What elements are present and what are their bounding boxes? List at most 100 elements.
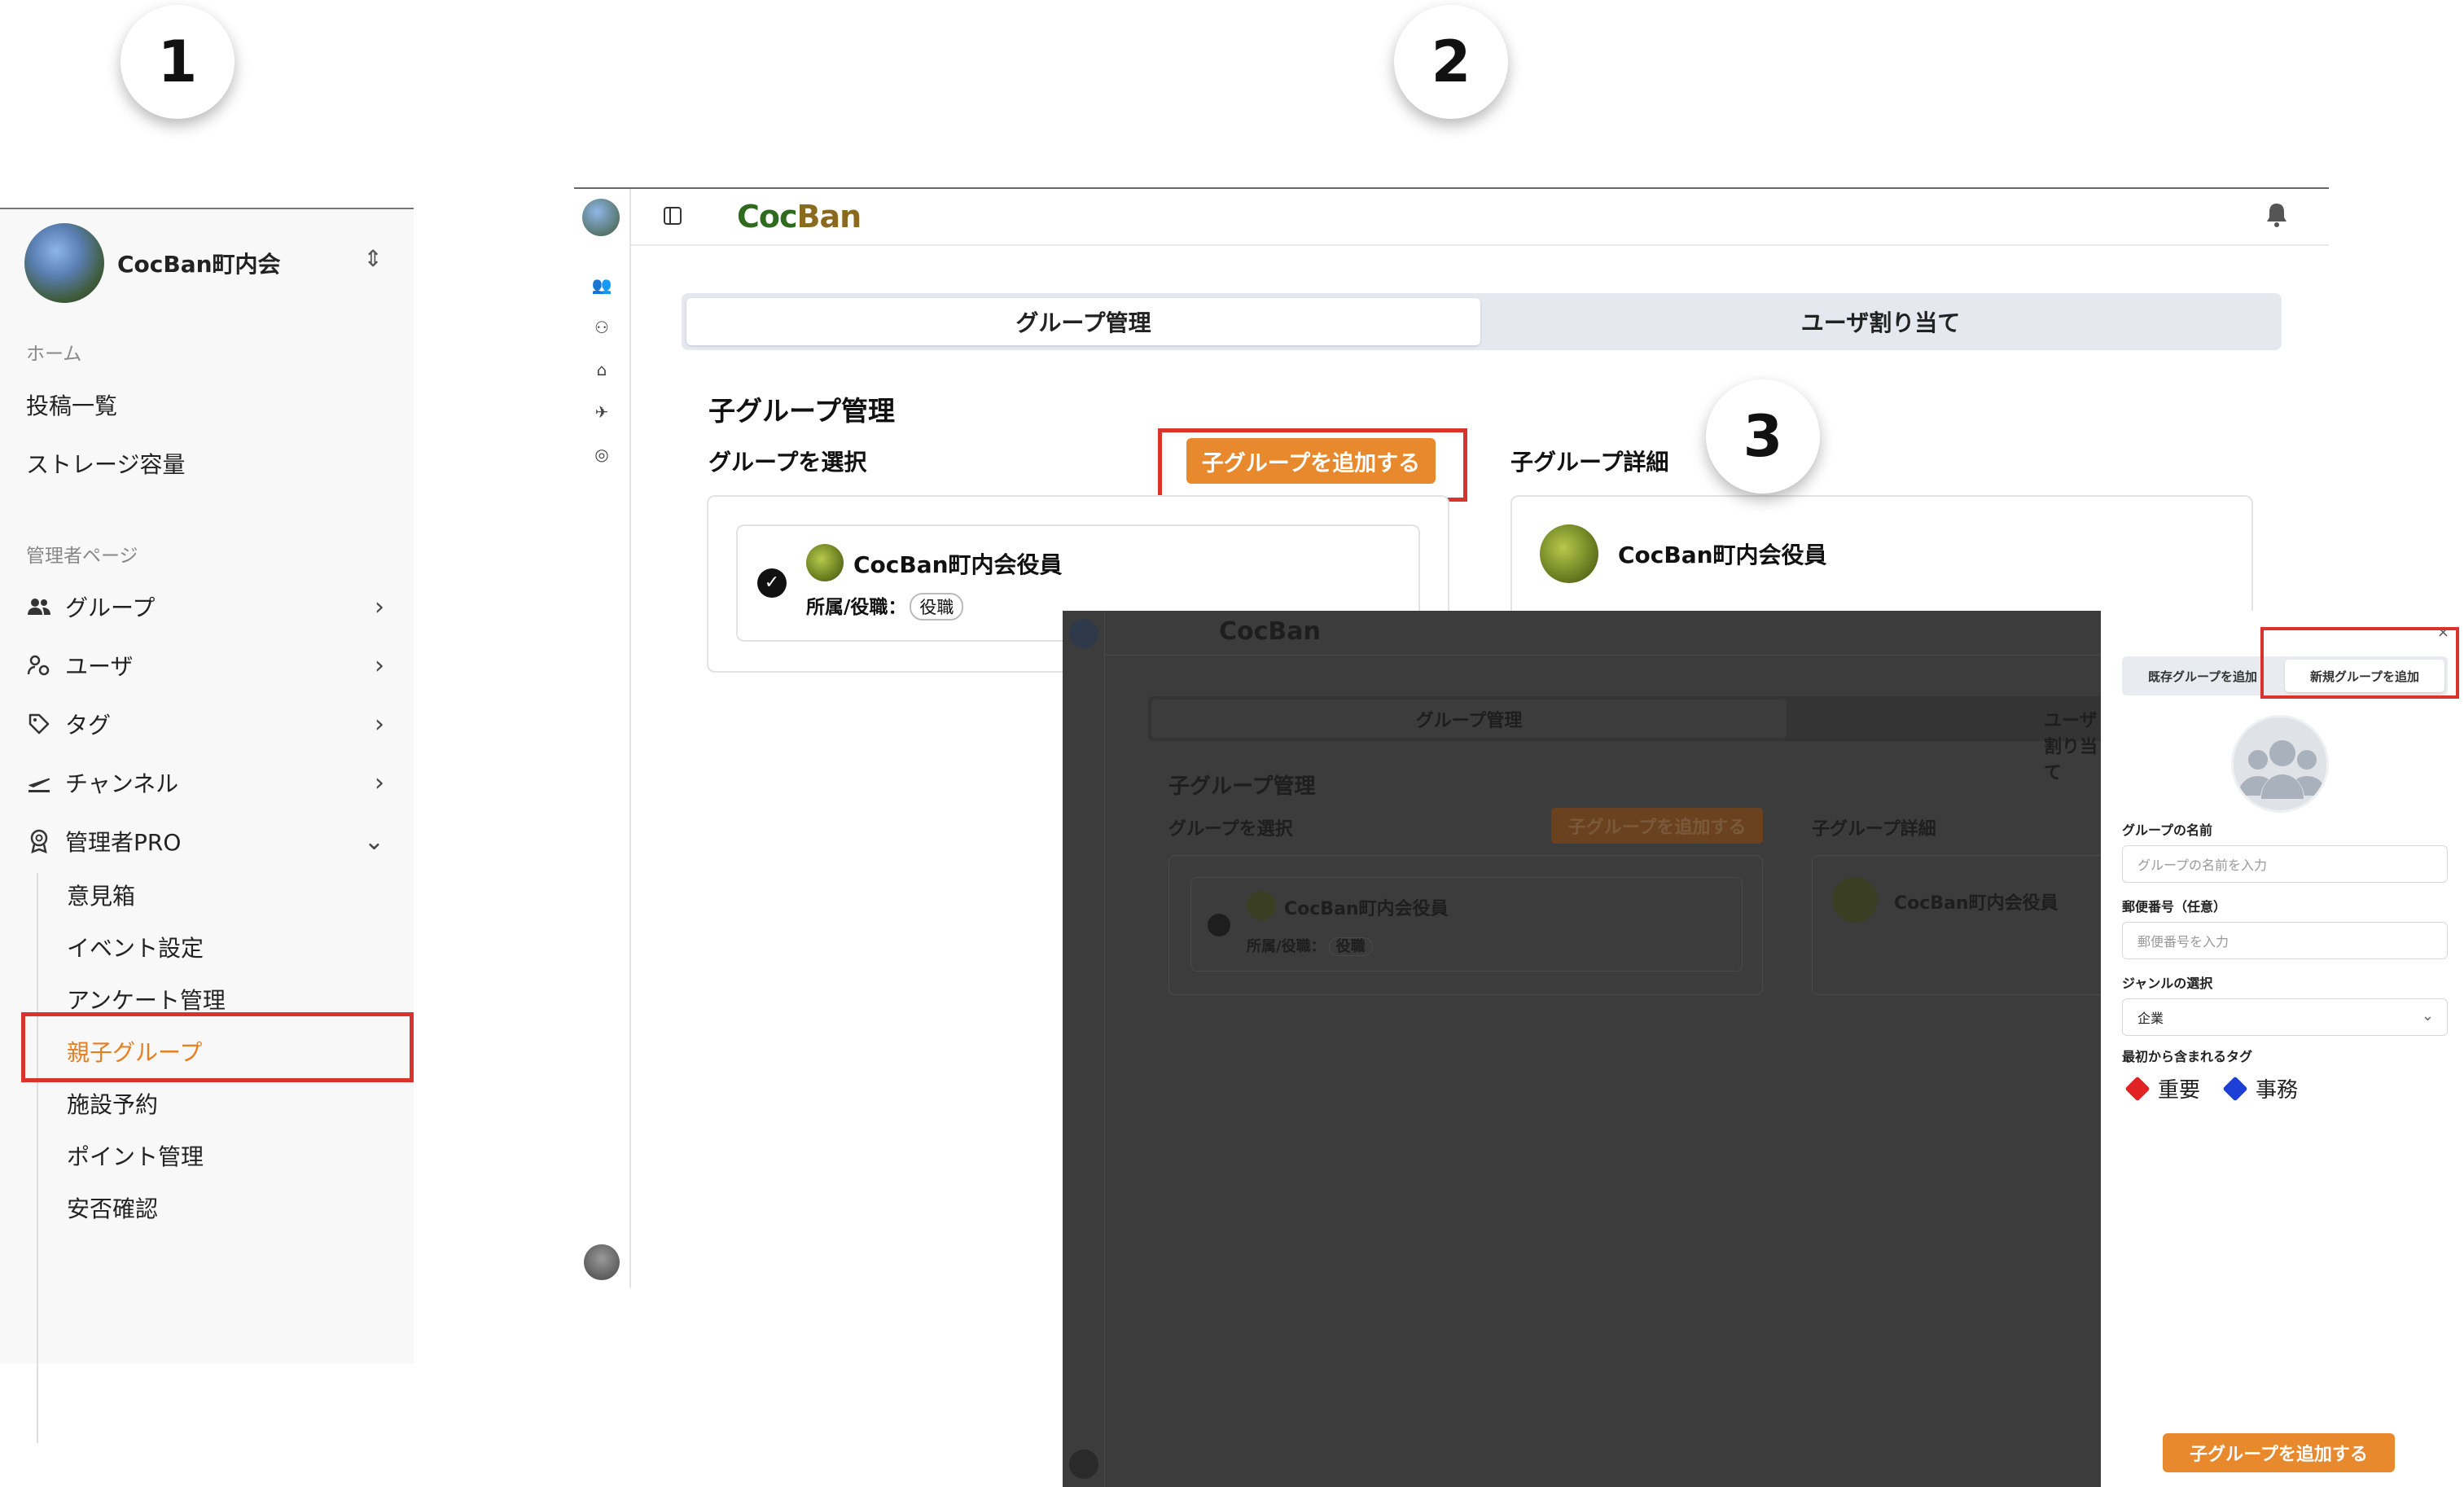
org-switcher[interactable]: CocBan町内会 ⇕ [24, 222, 399, 304]
highlight-new-group-tab [2260, 627, 2459, 699]
logo-text-right: Ban [796, 199, 862, 235]
icon-rail: 👥 ⚇ ⌂ ✈ ◎ [574, 189, 631, 1288]
award-icon [26, 828, 52, 854]
step-badge-3: 3 [1706, 379, 1820, 493]
sidebar: CocBan町内会 ⇕ ホーム 投稿一覧 ストレージ容量 管理者ページ グループ… [0, 208, 414, 1443]
sidebar-item-label: ユーザ [65, 653, 134, 680]
group-avatar [1540, 524, 1598, 583]
sidebar-item-channel[interactable]: チャンネル › [26, 761, 384, 804]
dimmed-group-name: CocBan町内会役員 [1284, 899, 1449, 919]
modal-backdrop[interactable]: CocBan グループ管理 ユーザ割り当て 子グループ管理 グループを選択 子グ… [1063, 611, 2101, 1487]
group-name: CocBan町内会役員 [853, 551, 1063, 578]
org-avatar[interactable] [582, 199, 620, 236]
sidebar-item-label: グループ [65, 594, 156, 621]
section-title: 子グループ管理 [708, 395, 896, 427]
group-name: CocBan町内会役員 [1618, 542, 1827, 568]
chevron-right-icon: › [375, 709, 384, 739]
postal-code-input[interactable]: 郵便番号を入力 [2122, 922, 2448, 959]
dimmed-select-label: グループを選択 [1168, 819, 1293, 840]
child-group-detail-card: CocBan町内会役員 [1510, 495, 2253, 625]
role-badge: 役職 [910, 593, 964, 621]
chevron-right-icon: › [375, 768, 384, 797]
sidebar-item-admin-pro[interactable]: 管理者PRO ⌄ [26, 820, 384, 862]
dimmed-role-row: 所属/役職： 役職 [1247, 935, 1373, 956]
chevron-down-icon: ⌄ [363, 827, 384, 856]
users-icon[interactable]: 👥 [590, 274, 613, 296]
user-avatar[interactable] [584, 1244, 620, 1280]
sidebar-item-posts[interactable]: 投稿一覧 [26, 384, 384, 426]
highlight-parent-child-group [21, 1012, 414, 1082]
dimmed-select-card: CocBan町内会役員 所属/役職： 役職 [1168, 855, 1763, 995]
sidebar-item-user[interactable]: ユーザ › [26, 644, 384, 686]
tab-add-existing-group[interactable]: 既存グループを追加 [2125, 660, 2280, 692]
dimmed-group-name: CocBan町内会役員 [1894, 893, 2058, 914]
sidebar-subitem-event-settings[interactable]: イベント設定 [67, 931, 204, 963]
sidebar-subitem-safety-check[interactable]: 安否確認 [67, 1191, 158, 1224]
sidebar-item-label: ストレージ容量 [26, 451, 186, 478]
postal-code-label: 郵便番号（任意） [2122, 899, 2227, 915]
tag-label: 重要 [2158, 1078, 2201, 1103]
dimmed-org-avatar [1069, 619, 1098, 648]
role-row: 所属/役職： 役職 [806, 591, 964, 621]
award-icon[interactable]: ◎ [590, 443, 613, 466]
sidebar-subitem-facility-booking[interactable]: 施設予約 [67, 1087, 158, 1120]
step-badge-2: 2 [1394, 5, 1508, 119]
step-badge-1: 1 [121, 5, 235, 119]
chevron-up-down-icon: ⇕ [363, 245, 383, 272]
dimmed-detail-label: 子グループ詳細 [1812, 819, 1936, 840]
plane-takeoff-icon [26, 770, 52, 796]
dimmed-icon-rail [1063, 611, 1105, 1487]
sidebar-item-label: 投稿一覧 [26, 393, 118, 419]
genre-label: ジャンルの選択 [2122, 976, 2213, 991]
add-child-group-drawer: × 既存グループを追加 新規グループを追加 グループの名前 グループの名前を入力… [2101, 611, 2464, 1487]
group-name-input[interactable]: グループの名前を入力 [2122, 845, 2448, 883]
plane-takeoff-icon[interactable]: ✈ [590, 401, 613, 423]
genre-selected-value: 企業 [2137, 1011, 2164, 1026]
tag-label: 事務 [2256, 1078, 2299, 1103]
dimmed-group-avatar [1247, 891, 1276, 920]
user-settings-icon[interactable]: ⚇ [590, 316, 613, 339]
dimmed-group-option: CocBan町内会役員 所属/役職： 役職 [1190, 877, 1743, 972]
dimmed-tab-user-assignment: ユーザ割り当て [2044, 711, 2098, 783]
sidebar-subitem-survey[interactable]: アンケート管理 [67, 983, 226, 1015]
group-avatar [806, 544, 844, 581]
dimmed-tab-group-management: グループ管理 [1151, 700, 1787, 738]
top-bar: CocBan [631, 189, 2329, 246]
dimmed-logo: CocBan [1219, 617, 1321, 646]
role-label: 所属/役職： [806, 597, 907, 618]
initial-tags-label: 最初から含まれるタグ [2122, 1049, 2253, 1064]
genre-select[interactable]: 企業 ⌄ [2122, 998, 2448, 1036]
group-name-label: グループの名前 [2122, 822, 2213, 838]
sidebar-item-label: 管理者PRO [65, 829, 182, 856]
sidebar-item-storage[interactable]: ストレージ容量 [26, 442, 384, 485]
submenu-guide-line [37, 873, 38, 1443]
tag-icon[interactable]: ⌂ [590, 358, 613, 381]
tag-icon [26, 711, 52, 737]
sidebar-item-tag[interactable]: タグ › [26, 703, 384, 745]
org-avatar [24, 223, 104, 303]
dimmed-top-bar: CocBan [1105, 611, 2101, 656]
home-section-label: ホーム [26, 344, 82, 365]
submit-add-child-group-button[interactable]: 子グループを追加する [2163, 1433, 2395, 1472]
tab-user-assignment[interactable]: ユーザ割り当て [1484, 298, 2278, 345]
app-logo: CocBan [737, 199, 862, 235]
tag-important: 重要 [2124, 1073, 2201, 1103]
tag-office: 事務 [2222, 1073, 2299, 1103]
sidebar-toggle-icon[interactable] [664, 207, 682, 225]
sidebar-subitem-points[interactable]: ポイント管理 [67, 1139, 204, 1172]
dimmed-user-avatar [1069, 1450, 1098, 1479]
dimmed-check-icon [1208, 914, 1230, 937]
sidebar-item-group[interactable]: グループ › [26, 586, 384, 628]
dimmed-add-button: 子グループを追加する [1551, 808, 1763, 844]
chevron-right-icon: › [375, 592, 384, 621]
tab-group-management[interactable]: グループ管理 [686, 298, 1480, 345]
tag-icon [2222, 1075, 2248, 1102]
logo-text-left: Coc [737, 199, 798, 235]
sidebar-subitem-opinion-box[interactable]: 意見箱 [67, 879, 135, 911]
bell-icon[interactable] [2265, 202, 2288, 235]
chevron-down-icon: ⌄ [2421, 1007, 2434, 1024]
admin-section-label: 管理者ページ [26, 546, 138, 567]
group-avatar-placeholder[interactable] [2231, 715, 2329, 813]
main-tabs: グループ管理 ユーザ割り当て [682, 293, 2282, 350]
highlight-add-button [1158, 428, 1467, 502]
